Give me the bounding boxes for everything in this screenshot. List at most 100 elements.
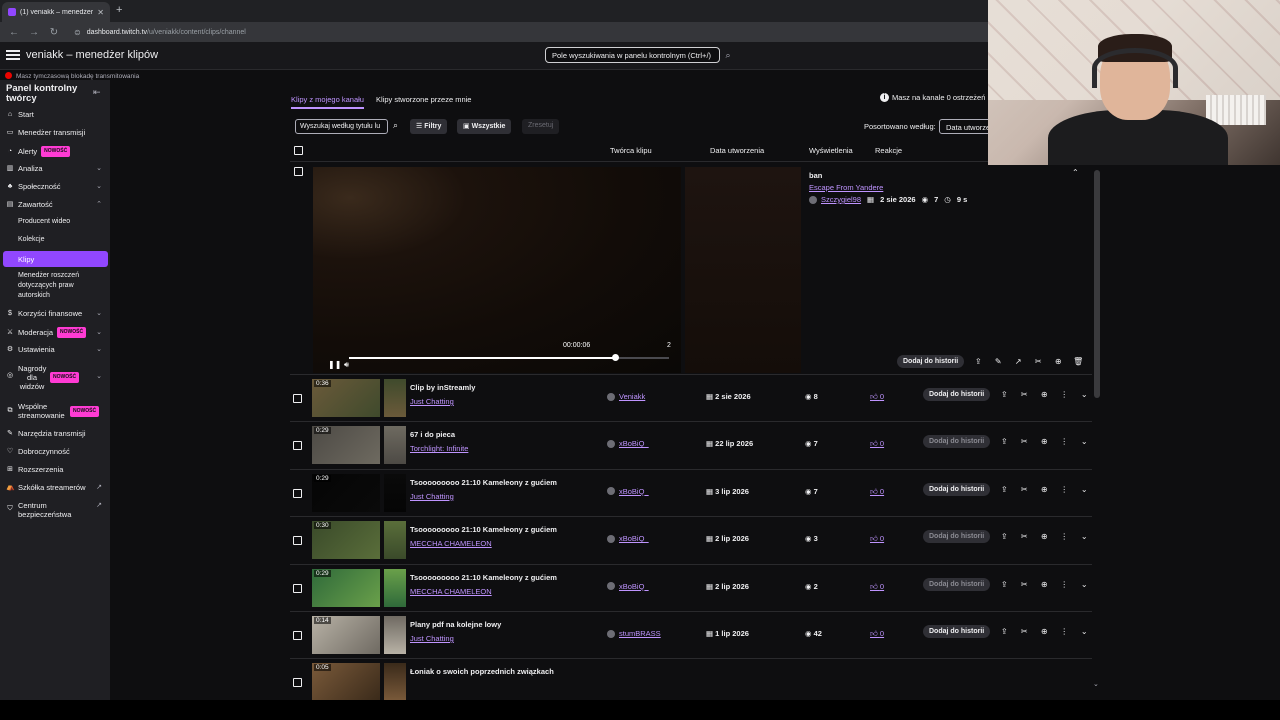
search-icon[interactable]: ⌕: [393, 120, 398, 131]
clip-category[interactable]: MECCHA CHAMELEON: [410, 587, 492, 596]
clip-checkbox[interactable]: [293, 394, 302, 403]
clip-creator[interactable]: xBoBiQ_: [607, 439, 649, 448]
chevron-down-icon[interactable]: ⌄: [1078, 532, 1090, 541]
address-field[interactable]: dashboard.twitch.tv/u/veniakk/content/cl…: [87, 29, 246, 36]
table-row[interactable]: 0:14 Plany pdf na kolejne lowy Just Chat…: [290, 611, 1092, 658]
share-icon[interactable]: ⇪: [998, 437, 1010, 446]
scissors-icon[interactable]: ✂: [1018, 437, 1030, 446]
clip-creator[interactable]: xBoBiQ_: [607, 487, 649, 496]
add-icon[interactable]: ⊕: [1038, 580, 1050, 589]
scissors-icon[interactable]: ✂: [1018, 390, 1030, 399]
video-seek-handle[interactable]: [611, 354, 619, 361]
scissors-icon[interactable]: ✂: [1018, 580, 1030, 589]
add-to-history-button[interactable]: Dodaj do historii: [923, 530, 991, 544]
chevron-down-icon[interactable]: ⌄: [1078, 580, 1090, 589]
volume-icon[interactable]: 🔊︎: [344, 360, 349, 370]
sidebar-item-content[interactable]: ▤ Zawartość ⌃: [6, 200, 108, 209]
sidebar-item-alerts[interactable]: ◔ Alerty NOWOŚĆ: [6, 146, 108, 157]
tab-clips-by-me[interactable]: Klipy stworzone przeze mnie: [376, 95, 471, 104]
sidebar-item-extensions[interactable]: ⊞ Rozszerzenia: [6, 465, 108, 474]
clip-creator[interactable]: xBoBiQ_: [607, 534, 649, 543]
clip-category[interactable]: Just Chatting: [410, 634, 454, 643]
dashboard-search-input[interactable]: Pole wyszukiwania w panelu kontrolnym (C…: [545, 47, 720, 63]
clip-reactions[interactable]: 👍︎ 0: [870, 582, 884, 592]
clip-thumbnail[interactable]: 0:14: [312, 616, 380, 654]
clip-checkbox[interactable]: [294, 167, 303, 176]
channel-warnings[interactable]: i Masz na kanale 0 ostrzeżeń: [880, 93, 985, 102]
table-row[interactable]: 0:29 Tsooooooooo 21:10 Kameleony z gućie…: [290, 563, 1092, 611]
close-tab-icon[interactable]: ✕: [97, 8, 104, 17]
share-icon[interactable]: ⇪: [998, 580, 1010, 589]
trash-icon[interactable]: 🗑︎: [1072, 357, 1084, 366]
more-icon[interactable]: ⋮: [1058, 437, 1070, 446]
chevron-down-icon[interactable]: ⌄: [1078, 485, 1090, 494]
add-icon[interactable]: ⊕: [1038, 390, 1050, 399]
sidebar-subitem-copyright[interactable]: Menedżer roszczeń dotyczących praw autor…: [18, 271, 104, 301]
add-icon[interactable]: ⊕: [1038, 485, 1050, 494]
table-row[interactable]: 0:30 Tsooooooooo 21:10 Kameleony z gućie…: [290, 516, 1092, 563]
more-icon[interactable]: ⋮: [1058, 627, 1070, 636]
clip-checkbox[interactable]: [293, 583, 302, 593]
sidebar-item-creator-camp[interactable]: ⛺ Szkółka streamerów ↗: [6, 483, 108, 492]
add-to-history-button[interactable]: Dodaj do historii: [897, 355, 965, 368]
sidebar-item-charity[interactable]: ♡ Dobroczynność: [6, 447, 108, 456]
scrollbar[interactable]: [1094, 170, 1100, 398]
pause-icon[interactable]: ❚❚: [328, 360, 341, 369]
table-row[interactable]: 0:05 Łoniak o swoich poprzednich związka…: [290, 658, 1092, 705]
add-to-history-button[interactable]: Dodaj do historii: [923, 435, 991, 449]
share-icon[interactable]: ⇪: [972, 357, 984, 366]
clip-category[interactable]: Just Chatting: [410, 492, 454, 501]
clip-video-player[interactable]: 00:00:06 2 ❚❚ 🔊︎: [313, 167, 681, 373]
sidebar-subitem-clips[interactable]: Klipy: [3, 251, 108, 267]
share-icon[interactable]: ⇪: [998, 390, 1010, 399]
table-row[interactable]: 0:29 67 i do pieca Torchlight: Infinite …: [290, 421, 1092, 468]
clip-checkbox[interactable]: [293, 536, 302, 546]
sidebar-item-safety-center[interactable]: ⛉ Centrum bezpieczeństwa ↗: [6, 501, 108, 519]
sidebar-item-broadcast-tools[interactable]: ✎ Narzędzia transmisji: [6, 429, 108, 438]
sidebar-item-viewer-rewards[interactable]: ◎ Nagrody dla widzów NOWOŚĆ ⌄: [6, 364, 108, 391]
scissors-icon[interactable]: ✂: [1018, 627, 1030, 636]
scissors-icon[interactable]: ✂: [1032, 357, 1044, 366]
share-icon[interactable]: ⇪: [998, 532, 1010, 541]
clip-reactions[interactable]: 👍︎ 0: [870, 439, 884, 449]
sidebar-subitem-video-producer[interactable]: Producent wideo: [18, 217, 104, 227]
add-to-history-button[interactable]: Dodaj do historii: [923, 625, 991, 638]
column-header-views[interactable]: Wyświetlenia: [809, 146, 853, 155]
forward-icon[interactable]: →: [28, 27, 40, 38]
sidebar-item-moderation[interactable]: ⚔ Moderacja NOWOŚĆ ⌄: [6, 327, 108, 338]
column-header-creator[interactable]: Twórca klipu: [610, 146, 652, 155]
clip-category[interactable]: Torchlight: Infinite: [410, 444, 468, 453]
clip-creator[interactable]: Veniakk: [607, 392, 645, 401]
scissors-icon[interactable]: ✂: [1018, 485, 1030, 494]
clip-reactions[interactable]: 👍︎ 0: [870, 487, 884, 497]
expanded-clip-creator[interactable]: Szczygiel98: [809, 195, 861, 204]
search-icon[interactable]: ⌕: [721, 47, 735, 63]
chevron-down-icon[interactable]: ⌄: [1078, 390, 1090, 399]
select-all-checkbox[interactable]: [294, 146, 303, 155]
open-external-icon[interactable]: ↗: [1012, 357, 1024, 366]
browser-tab[interactable]: (1) veniakk – menedżer klip ✕: [2, 2, 110, 22]
clip-checkbox[interactable]: [293, 441, 302, 451]
clip-reactions[interactable]: 👍︎ 0: [870, 534, 884, 544]
sidebar-subitem-collections[interactable]: Kolekcje: [18, 235, 104, 245]
scroll-down-icon[interactable]: ⌄: [1093, 680, 1099, 688]
clip-checkbox[interactable]: [293, 678, 302, 688]
clip-thumbnail[interactable]: 0:29: [312, 568, 380, 607]
share-icon[interactable]: ⇪: [998, 627, 1010, 636]
chevron-down-icon[interactable]: ⌄: [1078, 627, 1090, 636]
add-to-history-button[interactable]: Dodaj do historii: [923, 388, 991, 401]
sidebar-item-community[interactable]: ♣ Społeczność ⌄: [6, 182, 108, 191]
more-icon[interactable]: ⋮: [1058, 485, 1070, 494]
edit-icon[interactable]: ✎: [992, 357, 1004, 366]
clip-checkbox[interactable]: [293, 488, 302, 498]
clip-thumbnail[interactable]: 0:29: [312, 426, 380, 465]
all-clips-button[interactable]: ▣ Wszystkie: [457, 119, 512, 134]
clip-title-search-input[interactable]: Wyszukaj według tytułu lu: [295, 119, 388, 134]
more-icon[interactable]: ⋮: [1058, 532, 1070, 541]
more-icon[interactable]: ⋮: [1058, 390, 1070, 399]
reload-icon[interactable]: ↻: [48, 27, 60, 38]
column-header-reactions[interactable]: Reakcje: [875, 146, 902, 155]
clip-thumbnail[interactable]: 0:36: [312, 379, 380, 417]
add-to-history-button[interactable]: Dodaj do historii: [923, 482, 991, 496]
chevron-down-icon[interactable]: ⌄: [1078, 437, 1090, 446]
